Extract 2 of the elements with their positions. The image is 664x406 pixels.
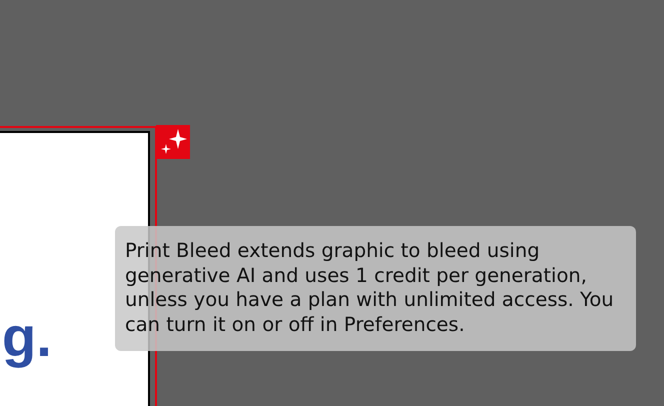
tooltip-text: Print Bleed extends graphic to bleed using generative AI and uses 1 credit per generation, unless you have a plan with unlimited access. You can turn it on or off in Preferences. [125, 239, 615, 337]
sparkle-icon[interactable] [156, 125, 190, 159]
